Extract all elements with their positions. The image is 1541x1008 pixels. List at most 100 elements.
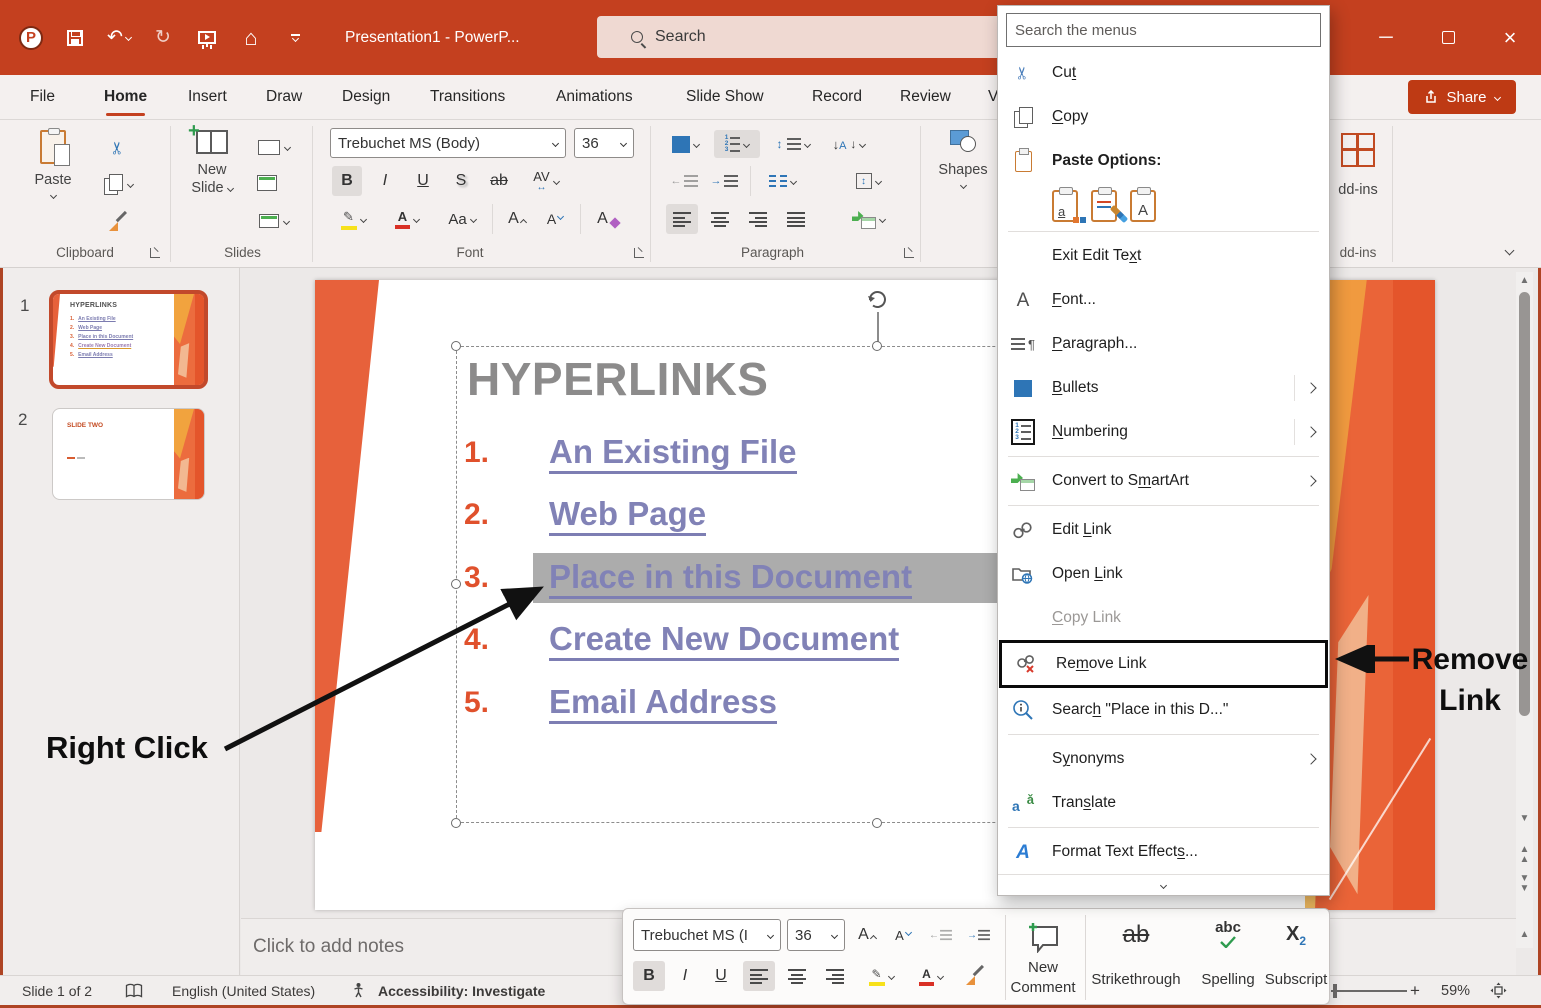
share-button[interactable]: Share xyxy=(1408,80,1516,114)
decrease-font-button[interactable]: A xyxy=(538,204,572,234)
mini-align-right-button[interactable] xyxy=(819,961,851,991)
selection-handle[interactable] xyxy=(872,818,882,828)
spell-check-icon[interactable] xyxy=(125,976,143,1005)
selection-handle[interactable] xyxy=(451,341,461,351)
menu-item-open-link[interactable]: Open Link xyxy=(998,552,1329,596)
bullets-button[interactable] xyxy=(664,130,706,158)
tab-home[interactable]: Home xyxy=(104,75,147,119)
new-slide-button[interactable]: + New Slide xyxy=(180,130,244,196)
home-icon[interactable]: ⌂ xyxy=(234,21,268,55)
columns-button[interactable] xyxy=(760,166,804,196)
mini-align-center-button[interactable] xyxy=(781,961,813,991)
paste-keep-formatting-icon[interactable]: a xyxy=(1052,190,1078,222)
menu-item-paragraph[interactable]: ¶ Paragraph... xyxy=(998,322,1329,366)
hyperlink-text-selected[interactable]: Place in this Document xyxy=(549,559,912,599)
tab-animations[interactable]: Animations xyxy=(556,75,633,119)
convert-smartart-button[interactable] xyxy=(844,204,892,234)
hyperlink-text[interactable]: Web Page xyxy=(549,496,706,536)
close-button[interactable]: × xyxy=(1479,0,1541,75)
minimize-button[interactable]: ─ xyxy=(1355,0,1417,75)
redo-icon[interactable]: ↻ xyxy=(146,21,180,55)
decrease-indent-button[interactable]: ← xyxy=(668,166,700,196)
menu-item-font[interactable]: A Font... xyxy=(998,278,1329,322)
highlight-color-button[interactable]: ✎ xyxy=(330,204,376,234)
accessibility-status[interactable]: Accessibility: Investigate xyxy=(378,976,545,1005)
mini-increase-indent-button[interactable]: → xyxy=(963,920,995,950)
increase-indent-button[interactable]: → xyxy=(708,166,740,196)
align-right-button[interactable] xyxy=(742,204,774,234)
menu-item-bullets[interactable]: Bullets xyxy=(998,366,1329,410)
paste-text-only-icon[interactable]: A xyxy=(1130,190,1156,222)
reset-slide-button[interactable] xyxy=(252,170,282,196)
zoom-level[interactable]: 59% xyxy=(1441,976,1470,1005)
tab-design[interactable]: Design xyxy=(342,75,390,119)
next-slide-icon[interactable]: ▼▼ xyxy=(1516,874,1533,894)
numbering-button[interactable]: 123 xyxy=(714,130,760,158)
slideshow-icon[interactable] xyxy=(190,21,224,55)
character-spacing-button[interactable]: AV↔ xyxy=(522,166,570,196)
scroll-up-icon[interactable]: ▲ xyxy=(1516,276,1533,286)
hyperlink-text[interactable]: Create New Document xyxy=(549,621,899,661)
menu-item-synonyms[interactable]: Synonyms xyxy=(998,737,1329,781)
menu-item-copy[interactable]: Copy xyxy=(998,95,1329,139)
clipboard-dialog-launcher[interactable] xyxy=(150,248,160,258)
mini-highlight-button[interactable]: ✎ xyxy=(859,961,903,991)
hyperlink-text[interactable]: Email Address xyxy=(549,684,777,724)
paste-button[interactable]: Paste xyxy=(22,130,84,198)
menu-search[interactable] xyxy=(1006,13,1321,47)
align-left-button[interactable] xyxy=(666,204,698,234)
tab-insert[interactable]: Insert xyxy=(188,75,227,119)
scroll-down-icon[interactable]: ▼ xyxy=(1516,814,1533,824)
clear-formatting-button[interactable]: A xyxy=(590,204,626,234)
line-spacing-button[interactable]: ↕ xyxy=(770,130,816,158)
slide-1-thumbnail[interactable]: HYPERLINKS 1.An Existing File 2.Web Page… xyxy=(49,290,208,389)
mini-font-size-combo[interactable]: 36 xyxy=(787,919,845,951)
mini-bold-button[interactable]: B xyxy=(633,961,665,991)
justify-button[interactable] xyxy=(780,204,812,234)
mini-underline-button[interactable]: U xyxy=(705,961,737,991)
text-shadow-button[interactable]: S xyxy=(446,166,476,196)
maximize-button[interactable] xyxy=(1417,0,1479,75)
tab-transitions[interactable]: Transitions xyxy=(430,75,505,119)
menu-item-translate[interactable]: aǎ Translate xyxy=(998,781,1329,825)
align-text-button[interactable]: ↕ xyxy=(846,166,890,196)
save-icon[interactable] xyxy=(58,21,92,55)
italic-button[interactable]: I xyxy=(370,166,400,196)
text-direction-button[interactable]: ↓A↓ xyxy=(826,130,872,158)
paste-picture-icon[interactable] xyxy=(1091,190,1117,222)
tab-record[interactable]: Record xyxy=(812,75,862,119)
section-button[interactable] xyxy=(252,208,296,234)
mini-align-left-button[interactable] xyxy=(743,961,775,991)
menu-item-remove-link[interactable]: Remove Link xyxy=(1002,643,1325,685)
slide-indicator[interactable]: Slide 1 of 2 xyxy=(22,976,92,1005)
copy-button[interactable] xyxy=(100,170,136,198)
add-ins-button[interactable] xyxy=(1338,130,1378,170)
menu-item-search[interactable]: Search "Place in this D..." xyxy=(998,688,1329,732)
mini-format-painter-button[interactable] xyxy=(959,961,991,991)
notes-splitter-icon[interactable]: ▲ xyxy=(1516,930,1533,940)
font-name-combo[interactable]: Trebuchet MS (Body) xyxy=(330,128,566,158)
menu-item-convert-to-smartart[interactable]: Convert to SmartArt xyxy=(998,459,1329,503)
menu-expand-button[interactable] xyxy=(998,874,1329,895)
increase-font-button[interactable]: A xyxy=(500,204,534,234)
slide-layout-button[interactable] xyxy=(252,134,296,160)
hyperlink-text[interactable]: An Existing File xyxy=(549,434,797,474)
zoom-slider-thumb[interactable] xyxy=(1333,984,1337,998)
shapes-button[interactable]: Shapes xyxy=(932,130,994,188)
undo-icon[interactable]: ↶ xyxy=(102,21,136,55)
slide-title[interactable]: HYPERLINKS xyxy=(467,352,768,406)
format-painter-button[interactable] xyxy=(100,208,136,236)
mini-italic-button[interactable]: I xyxy=(669,961,701,991)
slide-2-thumbnail[interactable]: SLIDE TWO xyxy=(52,408,205,500)
menu-item-format-text-effects[interactable]: A Format Text Effects... xyxy=(998,830,1329,874)
tab-draw[interactable]: Draw xyxy=(266,75,302,119)
underline-button[interactable]: U xyxy=(408,166,438,196)
menu-item-numbering[interactable]: 123 Numbering xyxy=(998,410,1329,454)
mini-increase-font-button[interactable]: A xyxy=(851,920,883,950)
selection-handle[interactable] xyxy=(451,818,461,828)
menu-item-edit-link[interactable]: Edit Link xyxy=(998,508,1329,552)
collapse-ribbon-button[interactable] xyxy=(1494,238,1524,262)
customize-qat-icon[interactable] xyxy=(278,21,312,55)
font-size-combo[interactable]: 36 xyxy=(574,128,634,158)
tab-slide-show[interactable]: Slide Show xyxy=(686,75,764,119)
